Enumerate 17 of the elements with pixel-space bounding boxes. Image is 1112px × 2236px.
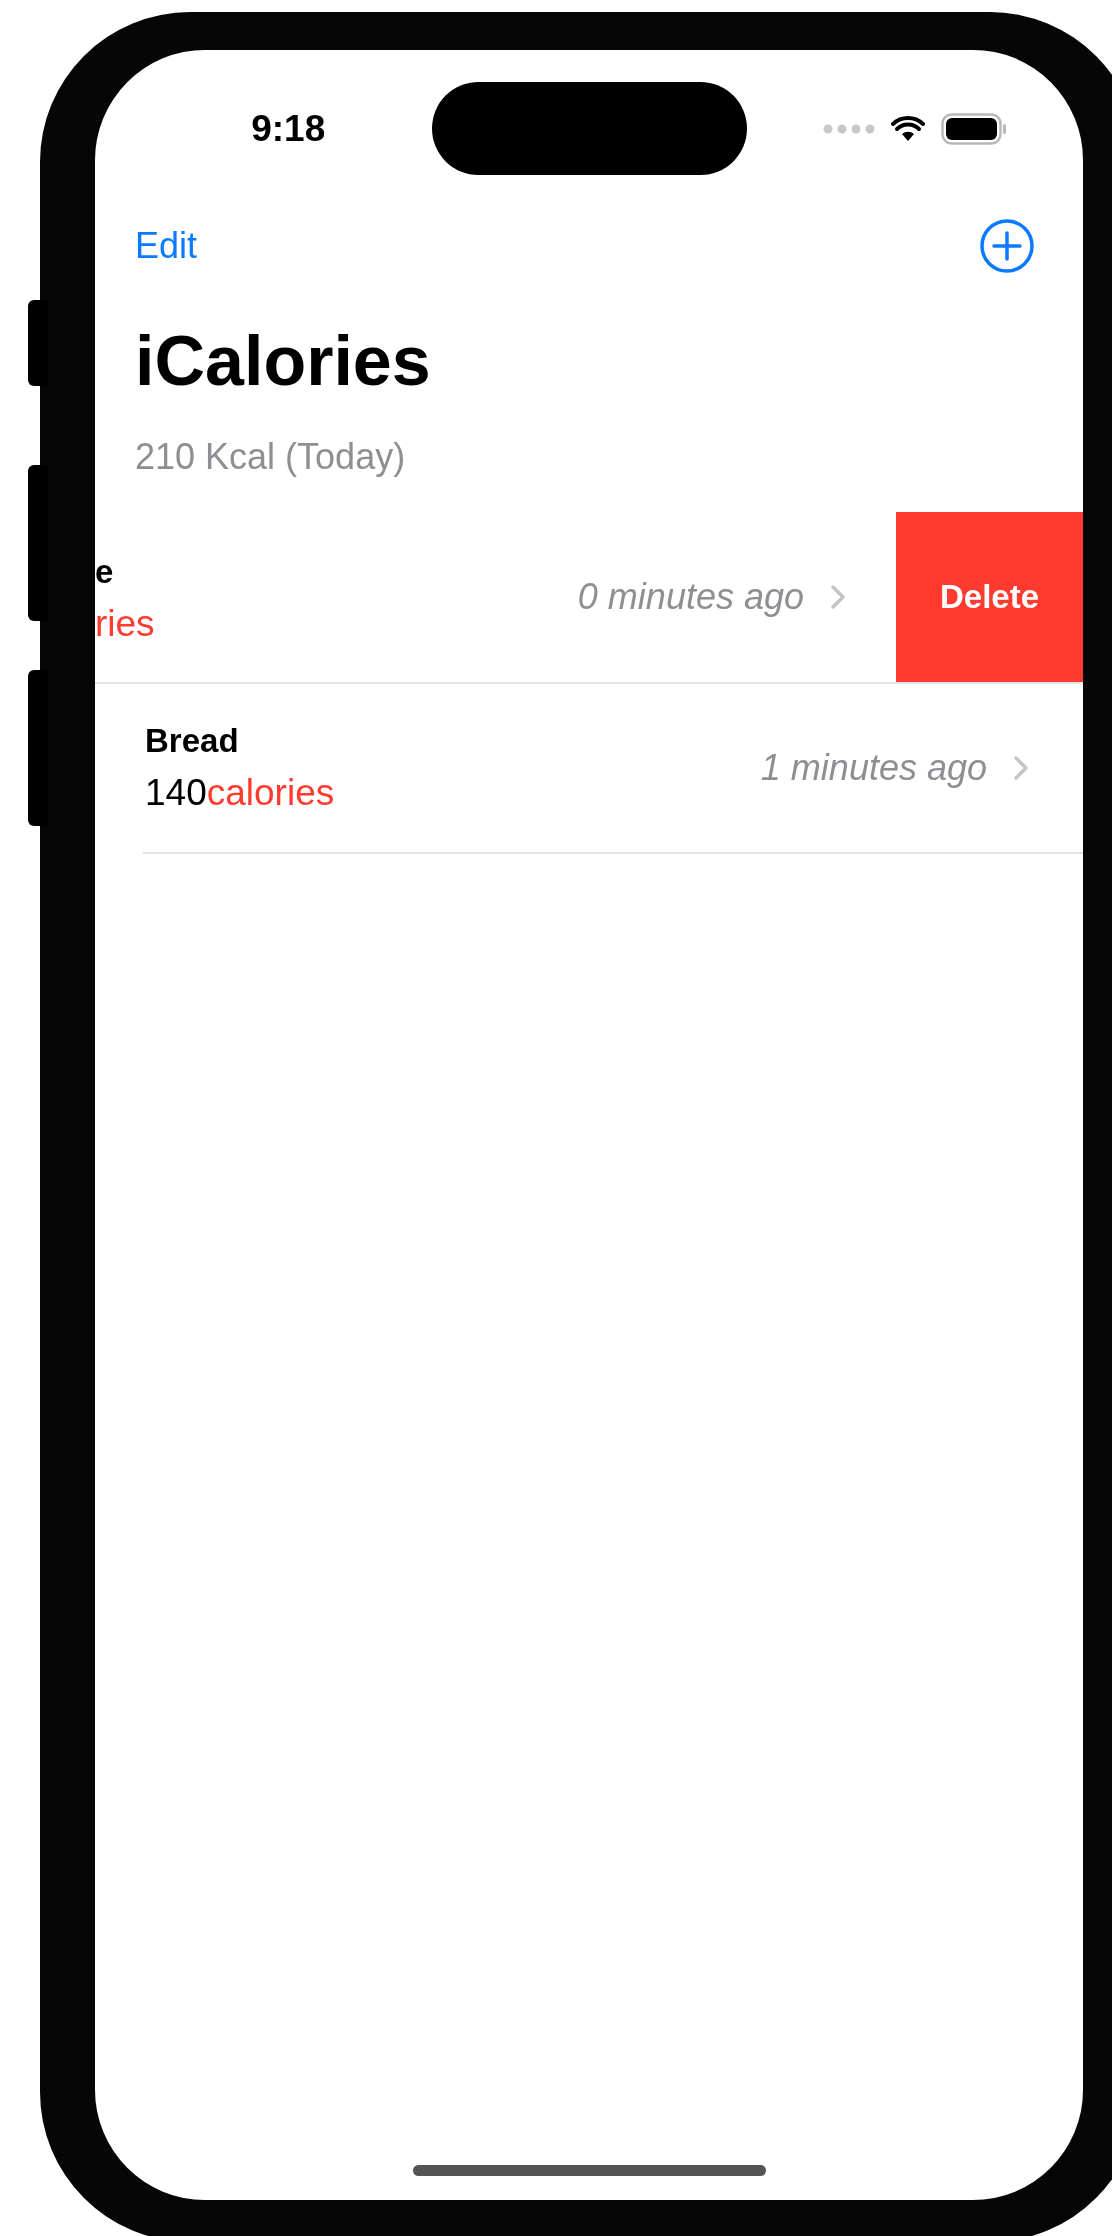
wifi-icon (890, 115, 925, 142)
edit-button[interactable]: Edit (135, 219, 198, 273)
delete-button[interactable]: Delete (896, 512, 1083, 682)
add-icon[interactable] (979, 218, 1035, 274)
food-name: e (95, 552, 114, 593)
time-label: 1 minutes ago (760, 746, 987, 790)
battery-icon (940, 112, 1007, 145)
subtitle: 210 Kcal (Today) (134, 435, 406, 479)
calories-label: ries (95, 601, 155, 646)
calories-label: 140calories (145, 770, 335, 815)
status-time: 9:18 (251, 106, 326, 151)
app-title: iCalories (134, 326, 431, 396)
food-name: Bread (145, 721, 239, 762)
time-label: 0 minutes ago (577, 575, 804, 619)
chevron-icon (830, 584, 846, 610)
signal-icon (822, 123, 875, 134)
chevron-icon (1013, 755, 1029, 781)
